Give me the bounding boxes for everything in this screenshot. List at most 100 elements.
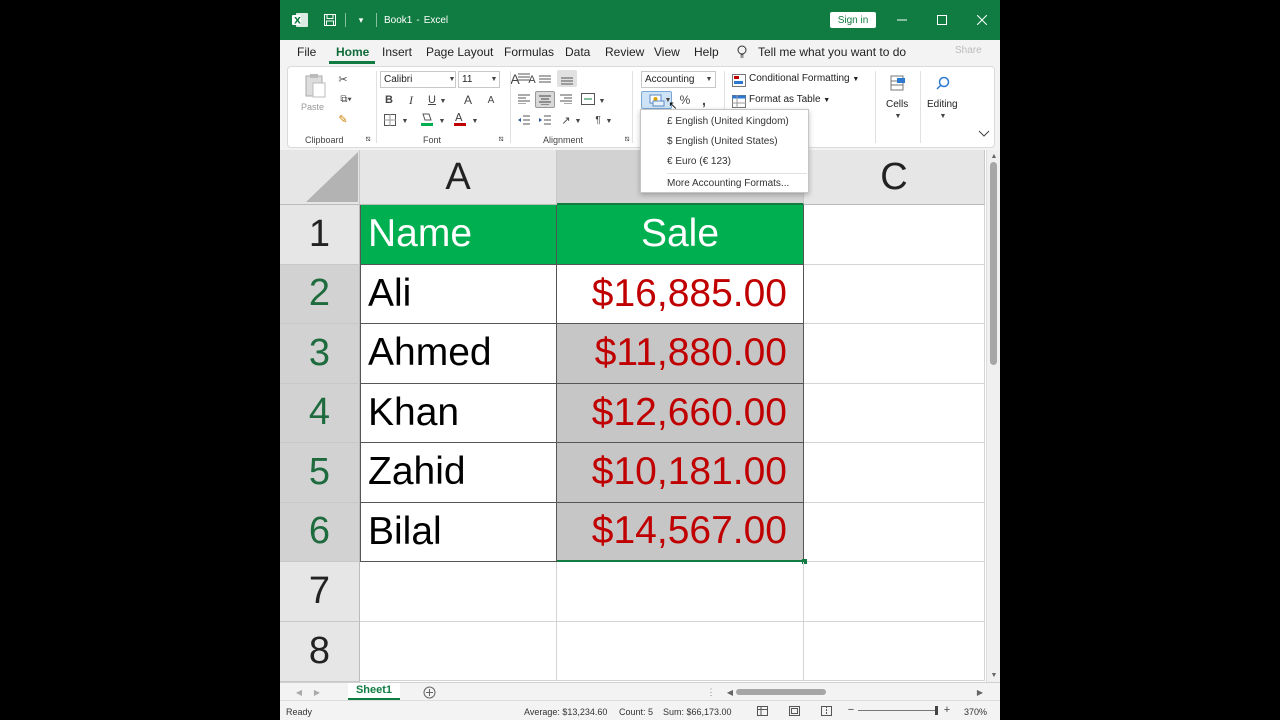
page-layout-view-icon[interactable] bbox=[788, 705, 800, 717]
empty-cell[interactable] bbox=[557, 621, 804, 681]
chevron-down-icon[interactable]: ▼ bbox=[489, 72, 499, 86]
vertical-scroll-thumb[interactable] bbox=[990, 162, 997, 365]
conditional-formatting-button[interactable]: Conditional Formatting ▼ bbox=[749, 73, 859, 84]
row-header[interactable]: 8 bbox=[280, 621, 360, 682]
scroll-up-icon[interactable]: ▲ bbox=[989, 150, 999, 162]
italic-button[interactable]: I bbox=[404, 92, 418, 108]
tell-me-search[interactable]: Tell me what you want to do bbox=[758, 45, 906, 59]
chevron-down-icon[interactable]: ▼ bbox=[437, 114, 447, 128]
percent-style-button[interactable]: % bbox=[678, 92, 692, 108]
horizontal-scroll-thumb[interactable] bbox=[736, 689, 826, 695]
underline-button[interactable]: U bbox=[425, 92, 439, 108]
chevron-down-icon[interactable]: ▼ bbox=[704, 72, 714, 86]
font-name-select[interactable]: Calibri bbox=[380, 71, 456, 88]
align-center-icon[interactable] bbox=[535, 91, 555, 108]
maximize-icon[interactable] bbox=[932, 10, 952, 30]
fill-color-icon[interactable] bbox=[419, 111, 435, 127]
tab-help[interactable]: Help bbox=[694, 45, 719, 59]
share-button[interactable]: Share bbox=[955, 45, 982, 56]
menu-item-gbp[interactable]: £ English (United Kingdom) bbox=[667, 116, 789, 127]
merge-center-icon[interactable] bbox=[580, 92, 596, 106]
format-as-table-button[interactable]: Format as Table ▼ bbox=[749, 94, 830, 105]
menu-item-usd[interactable]: $ English (United States) bbox=[667, 136, 778, 147]
chevron-down-icon[interactable]: ▼ bbox=[400, 114, 410, 128]
copy-icon[interactable]: ⧉▾ bbox=[336, 92, 356, 106]
borders-icon[interactable] bbox=[383, 113, 397, 127]
paste-icon[interactable] bbox=[302, 73, 328, 99]
row-header[interactable]: 6 bbox=[280, 502, 360, 562]
empty-cell[interactable] bbox=[804, 205, 985, 265]
name-cell[interactable]: Ahmed bbox=[360, 324, 557, 384]
decrease-font-size-icon[interactable]: A bbox=[484, 92, 498, 108]
sign-in-button[interactable]: Sign in bbox=[830, 12, 876, 28]
tab-view[interactable]: View bbox=[654, 45, 680, 59]
zoom-slider-track[interactable] bbox=[858, 710, 938, 711]
empty-cell[interactable] bbox=[804, 324, 985, 384]
cells-icon[interactable] bbox=[888, 74, 908, 92]
align-right-icon[interactable] bbox=[558, 92, 574, 106]
chevron-down-icon[interactable]: ▼ bbox=[447, 72, 457, 86]
name-cell[interactable]: Khan bbox=[360, 383, 557, 443]
status-sum[interactable]: Sum: $66,173.00 bbox=[663, 707, 732, 717]
sale-cell[interactable]: $11,880.00 bbox=[557, 324, 804, 384]
tab-formulas[interactable]: Formulas bbox=[504, 45, 554, 59]
paste-label[interactable]: Paste bbox=[301, 102, 324, 112]
font-launcher-icon[interactable]: ⧅ bbox=[496, 134, 506, 144]
chevron-down-icon[interactable]: ▼ bbox=[893, 111, 903, 121]
header-cell-sale[interactable]: Sale bbox=[557, 205, 804, 265]
zoom-level[interactable]: 370% bbox=[964, 707, 987, 717]
conditional-formatting-icon[interactable] bbox=[731, 72, 747, 88]
align-top-icon[interactable] bbox=[516, 71, 532, 85]
tab-page-layout[interactable]: Page Layout bbox=[426, 45, 493, 59]
chevron-down-icon[interactable]: ▼ bbox=[604, 114, 614, 128]
increase-font-size-icon[interactable]: A bbox=[461, 92, 475, 108]
page-break-view-icon[interactable] bbox=[820, 705, 832, 717]
close-icon[interactable] bbox=[972, 10, 992, 30]
name-cell[interactable]: Ali bbox=[360, 264, 557, 324]
cells-button[interactable]: Cells bbox=[886, 99, 908, 110]
name-cell[interactable]: Bilal bbox=[360, 502, 557, 562]
empty-cell[interactable] bbox=[804, 562, 985, 622]
align-left-icon[interactable] bbox=[516, 92, 532, 106]
tab-file[interactable]: File bbox=[297, 45, 316, 59]
sheet-tab-sheet1[interactable]: Sheet1 bbox=[348, 683, 400, 700]
editing-button[interactable]: Editing bbox=[927, 99, 958, 110]
vertical-scrollbar[interactable]: ▲ ▼ bbox=[986, 150, 1000, 682]
align-bottom-icon[interactable] bbox=[557, 70, 577, 87]
header-cell-name[interactable]: Name bbox=[360, 205, 557, 265]
sale-cell-active[interactable]: $16,885.00 bbox=[557, 264, 804, 324]
scroll-right-icon[interactable]: ▶ bbox=[975, 686, 985, 698]
empty-cell[interactable] bbox=[804, 621, 985, 681]
save-icon[interactable] bbox=[322, 12, 338, 28]
search-icon[interactable] bbox=[933, 74, 953, 92]
empty-cell[interactable] bbox=[804, 443, 985, 503]
split-handle-icon[interactable]: ⋮ bbox=[707, 686, 716, 698]
scroll-left-icon[interactable]: ◀ bbox=[725, 686, 735, 698]
row-header[interactable]: 4 bbox=[280, 383, 360, 443]
row-header[interactable]: 2 bbox=[280, 264, 360, 324]
clipboard-launcher-icon[interactable]: ⧅ bbox=[363, 134, 373, 144]
format-painter-icon[interactable]: ✎ bbox=[336, 112, 350, 126]
column-header-a[interactable]: A bbox=[360, 150, 557, 205]
prev-sheet-icon[interactable]: ◀ bbox=[294, 686, 304, 698]
chevron-down-icon[interactable]: ▼ bbox=[438, 94, 448, 108]
scroll-down-icon[interactable]: ▼ bbox=[989, 669, 999, 681]
normal-view-icon[interactable] bbox=[756, 705, 768, 717]
sale-cell[interactable]: $14,567.00 bbox=[557, 502, 804, 562]
sale-cell[interactable]: $10,181.00 bbox=[557, 443, 804, 503]
format-as-table-icon[interactable] bbox=[731, 93, 747, 109]
menu-item-eur[interactable]: € Euro (€ 123) bbox=[667, 156, 731, 167]
empty-cell[interactable] bbox=[557, 562, 804, 622]
tab-insert[interactable]: Insert bbox=[382, 45, 412, 59]
empty-cell[interactable] bbox=[804, 502, 985, 562]
row-header[interactable]: 1 bbox=[280, 205, 360, 265]
empty-cell[interactable] bbox=[360, 621, 557, 681]
menu-item-more-formats[interactable]: More Accounting Formats... bbox=[667, 178, 789, 189]
tab-home[interactable]: Home bbox=[336, 45, 369, 59]
sale-cell[interactable]: $12,660.00 bbox=[557, 383, 804, 443]
tab-data[interactable]: Data bbox=[565, 45, 590, 59]
chevron-down-icon[interactable]: ▼ bbox=[938, 111, 948, 121]
zoom-in-icon[interactable]: + bbox=[942, 704, 952, 716]
zoom-slider-thumb[interactable] bbox=[935, 706, 938, 715]
empty-cell[interactable] bbox=[360, 562, 557, 622]
